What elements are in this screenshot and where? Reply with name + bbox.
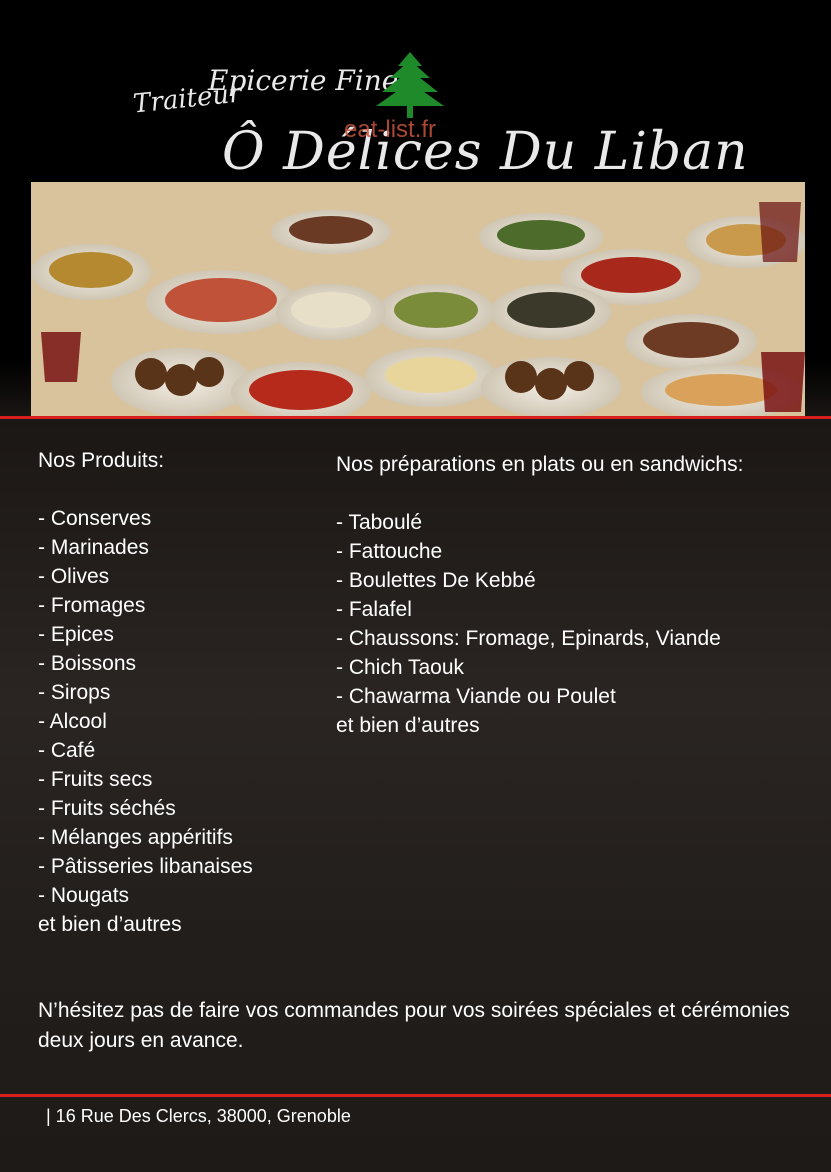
top-divider: [0, 416, 831, 419]
product-item: - Fruits secs: [38, 768, 153, 791]
preparation-item: - Chawarma Viande ou Poulet: [336, 685, 616, 708]
preparation-item: - Chaussons: Fromage, Epinards, Viande: [336, 627, 721, 650]
product-item: - Fromages: [38, 594, 146, 617]
address: | 16 Rue Des Clercs, 38000, Grenoble: [46, 1106, 351, 1126]
product-item: - Mélanges appéritifs: [38, 826, 233, 849]
preparation-item: - Taboulé: [336, 511, 423, 534]
products-footer: et bien d’autres: [38, 913, 182, 936]
preparation-item: - Boulettes De Kebbé: [336, 569, 536, 592]
product-item: - Olives: [38, 565, 110, 588]
cedar-tree-icon: [376, 52, 444, 118]
product-item: - Sirops: [38, 681, 111, 704]
logo-brand-name: Ô Délices Du Liban: [222, 122, 749, 182]
preparations-heading: Nos préparations en plats ou en sandwich…: [336, 453, 744, 476]
preparation-item: - Fattouche: [336, 540, 443, 563]
preparations-column: Nos préparations en plats ou en sandwich…: [336, 450, 743, 740]
product-item: - Nougats: [38, 884, 130, 907]
preparation-item: - Chich Taouk: [336, 656, 465, 679]
mezze-photo: [31, 182, 805, 416]
bottom-divider: [0, 1094, 831, 1097]
logo-epicerie-text: Epicerie Fine: [208, 64, 399, 97]
product-item: - Boissons: [38, 652, 137, 675]
product-item: - Alcool: [38, 710, 107, 733]
order-note: N’hésitez pas de faire vos commandes pou…: [38, 999, 790, 1052]
product-item: - Pâtisseries libanaises: [38, 855, 253, 878]
product-item: - Marinades: [38, 536, 149, 559]
header: Traiteur Epicerie Fine Ô Délices Du Liba…: [0, 0, 831, 182]
product-item: - Epices: [38, 623, 114, 646]
flyer-page: Traiteur Epicerie Fine Ô Délices Du Liba…: [0, 0, 831, 1172]
product-item: - Conserves: [38, 507, 152, 530]
products-column: Nos Produits: - Conserves - Marinades - …: [38, 446, 253, 939]
product-item: - Café: [38, 739, 96, 762]
products-heading: Nos Produits:: [38, 449, 165, 472]
preparation-item: - Falafel: [336, 598, 412, 621]
product-item: - Fruits séchés: [38, 797, 176, 820]
preparations-footer: et bien d’autres: [336, 714, 480, 737]
